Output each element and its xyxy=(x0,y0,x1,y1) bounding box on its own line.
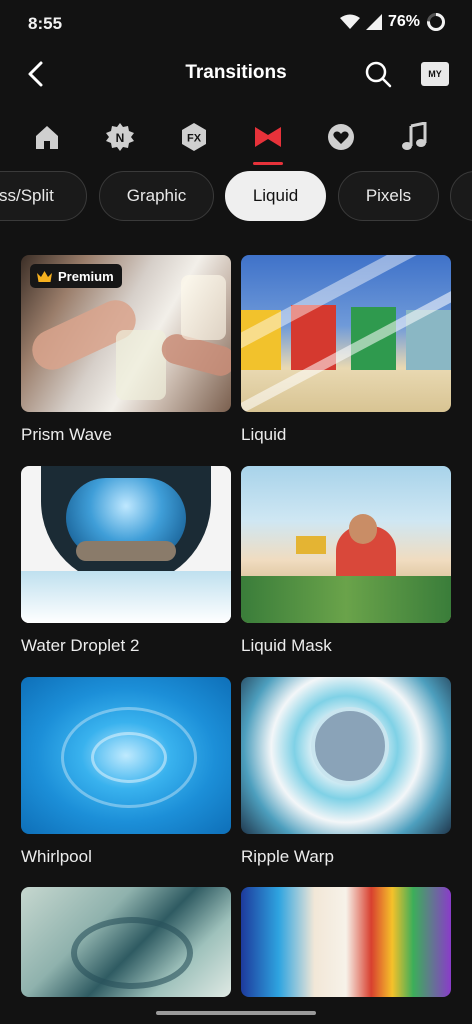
transition-card-7[interactable] xyxy=(21,887,231,997)
thumb-art xyxy=(21,571,231,623)
transition-card-ripple-warp[interactable]: Ripple Warp xyxy=(241,677,451,867)
thumbnail-whirlpool xyxy=(21,677,231,834)
card-label: Whirlpool xyxy=(21,847,92,866)
status-bar: 8:55 76% xyxy=(0,0,472,48)
transition-card-prism-wave[interactable]: Premium Prism Wave xyxy=(21,255,231,445)
category-bar: N FX xyxy=(0,110,472,166)
thumb-art xyxy=(181,275,226,340)
svg-text:N: N xyxy=(116,131,125,145)
thumb-art xyxy=(311,707,389,785)
chip-liquid[interactable]: Liquid xyxy=(225,171,326,221)
category-new[interactable]: N xyxy=(103,120,137,154)
selected-category-indicator xyxy=(253,162,283,165)
thumbnail-liquid-mask xyxy=(241,466,451,623)
chip-more[interactable] xyxy=(450,171,472,221)
category-transitions[interactable] xyxy=(251,120,285,154)
battery-ring-icon xyxy=(427,13,445,31)
fx-icon: FX xyxy=(182,123,206,151)
thumb-art xyxy=(241,576,451,623)
thumbnail-prism-wave: Premium xyxy=(21,255,231,412)
category-home[interactable] xyxy=(30,120,64,154)
status-icons: 76% xyxy=(339,12,446,32)
chip-label: ss/Split xyxy=(0,186,54,205)
category-fx[interactable]: FX xyxy=(177,120,211,154)
signal-icon xyxy=(365,14,382,30)
thumb-art xyxy=(349,514,377,544)
chip-label: Liquid xyxy=(252,186,299,205)
card-label: Liquid xyxy=(241,425,287,444)
chip-split[interactable]: ss/Split xyxy=(0,171,87,221)
card-label: Liquid Mask xyxy=(241,636,332,655)
thumb-art xyxy=(91,732,167,783)
transition-card-water-droplet-2[interactable]: Water Droplet 2 xyxy=(21,466,231,656)
subcategory-chips: ss/Split Graphic Liquid Pixels xyxy=(0,171,472,225)
new-badge-icon: N xyxy=(106,123,134,151)
thumbnail-ripple-warp xyxy=(241,677,451,834)
music-note-icon xyxy=(402,122,427,150)
thumbnail-water-droplet-2 xyxy=(21,466,231,623)
card-label: Prism Wave xyxy=(21,425,112,444)
transition-card-liquid-mask[interactable]: Liquid Mask xyxy=(241,466,451,656)
thumb-art xyxy=(116,330,166,400)
search-icon[interactable] xyxy=(364,60,392,88)
transition-card-whirlpool[interactable]: Whirlpool xyxy=(21,677,231,867)
chip-label: Graphic xyxy=(126,186,187,205)
transition-card-8[interactable] xyxy=(241,887,451,997)
card-label: Water Droplet 2 xyxy=(21,636,140,655)
my-library-button[interactable]: MY xyxy=(421,62,449,86)
category-favorites[interactable] xyxy=(324,120,358,154)
chip-label: Pixels xyxy=(365,186,412,205)
gesture-navigation-bar[interactable] xyxy=(156,1011,316,1015)
premium-label: Premium xyxy=(58,268,114,284)
category-music[interactable] xyxy=(397,120,431,154)
crown-icon xyxy=(37,270,52,282)
page-title: Transitions xyxy=(185,62,287,83)
thumb-art xyxy=(76,541,176,561)
bowtie-icon xyxy=(255,127,281,147)
heart-icon xyxy=(328,124,354,150)
app-header: Transitions MY xyxy=(0,48,472,104)
transition-card-liquid[interactable]: Liquid xyxy=(241,255,451,445)
battery-percent: 76% xyxy=(387,13,420,30)
thumbnail-7 xyxy=(21,887,231,997)
card-label: Ripple Warp xyxy=(241,847,334,866)
wifi-icon xyxy=(339,14,360,29)
chip-pixels[interactable]: Pixels xyxy=(338,171,439,221)
thumb-art xyxy=(71,917,193,989)
thumbnail-liquid xyxy=(241,255,451,412)
thumb-art xyxy=(296,536,326,554)
chip-graphic[interactable]: Graphic xyxy=(99,171,214,221)
svg-text:FX: FX xyxy=(187,133,202,145)
premium-badge: Premium xyxy=(30,264,122,288)
thumbnail-8 xyxy=(241,887,451,997)
home-icon xyxy=(36,126,58,149)
status-time: 8:55 xyxy=(28,14,63,33)
